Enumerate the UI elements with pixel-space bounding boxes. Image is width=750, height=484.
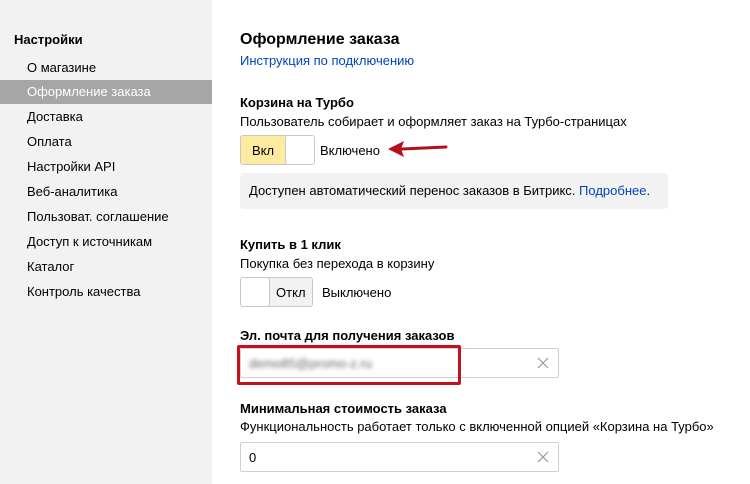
- annotation-arrow-icon: [388, 141, 448, 157]
- sidebar-item-quality-control[interactable]: Контроль качества: [0, 280, 212, 304]
- email-title: Эл. почта для получения заказов: [240, 328, 455, 343]
- min-order-input[interactable]: [241, 443, 521, 471]
- sidebar-item-payment[interactable]: Оплата: [0, 130, 212, 154]
- bitrix-details-link[interactable]: Подробнее: [579, 183, 646, 198]
- min-order-description: Функциональность работает только с включ…: [240, 419, 714, 434]
- one-click-status: Выключено: [322, 285, 392, 300]
- sidebar-item-source-access[interactable]: Доступ к источникам: [0, 230, 212, 254]
- toggle-knob: [241, 278, 270, 306]
- one-click-toggle[interactable]: Откл: [240, 277, 313, 307]
- turbo-cart-toggle-label: Вкл: [241, 136, 285, 164]
- one-click-title: Купить в 1 клик: [240, 237, 341, 252]
- sidebar-item-web-analytics[interactable]: Веб-аналитика: [0, 180, 212, 204]
- main-content: Оформление заказа Инструкция по подключе…: [240, 0, 750, 484]
- bitrix-info-suffix: .: [646, 183, 651, 198]
- bitrix-info-text: Доступен автоматический перенос заказов …: [249, 183, 576, 198]
- turbo-cart-title: Корзина на Турбо: [240, 95, 354, 110]
- sidebar-title: Настройки: [14, 32, 83, 47]
- sidebar-item-api-settings[interactable]: Настройки API: [0, 155, 212, 179]
- sidebar-item-delivery[interactable]: Доставка: [0, 105, 212, 129]
- clear-icon[interactable]: [536, 450, 550, 464]
- help-link[interactable]: Инструкция по подключению: [240, 53, 414, 68]
- one-click-toggle-label: Откл: [269, 278, 312, 306]
- email-field-wrap: [240, 348, 559, 378]
- toggle-knob: [285, 136, 314, 164]
- sidebar-item-about-shop[interactable]: О магазине: [0, 56, 212, 80]
- min-order-field-wrap: [240, 442, 559, 472]
- turbo-cart-description: Пользователь собирает и оформляет заказ …: [240, 114, 627, 129]
- sidebar-item-catalog[interactable]: Каталог: [0, 255, 212, 279]
- turbo-cart-status: Включено: [320, 143, 380, 158]
- min-order-title: Минимальная стоимость заказа: [240, 401, 447, 416]
- clear-icon[interactable]: [536, 356, 550, 370]
- sidebar-item-user-agreement[interactable]: Пользоват. соглашение: [0, 205, 212, 229]
- page-title: Оформление заказа: [240, 31, 400, 48]
- sidebar: Настройки О магазине Оформление заказа Д…: [0, 0, 212, 484]
- sidebar-item-order-checkout[interactable]: Оформление заказа: [0, 80, 212, 104]
- one-click-description: Покупка без перехода в корзину: [240, 256, 435, 271]
- bitrix-info-box: Доступен автоматический перенос заказов …: [240, 173, 668, 209]
- turbo-cart-toggle[interactable]: Вкл: [240, 135, 315, 165]
- email-input[interactable]: [241, 349, 521, 377]
